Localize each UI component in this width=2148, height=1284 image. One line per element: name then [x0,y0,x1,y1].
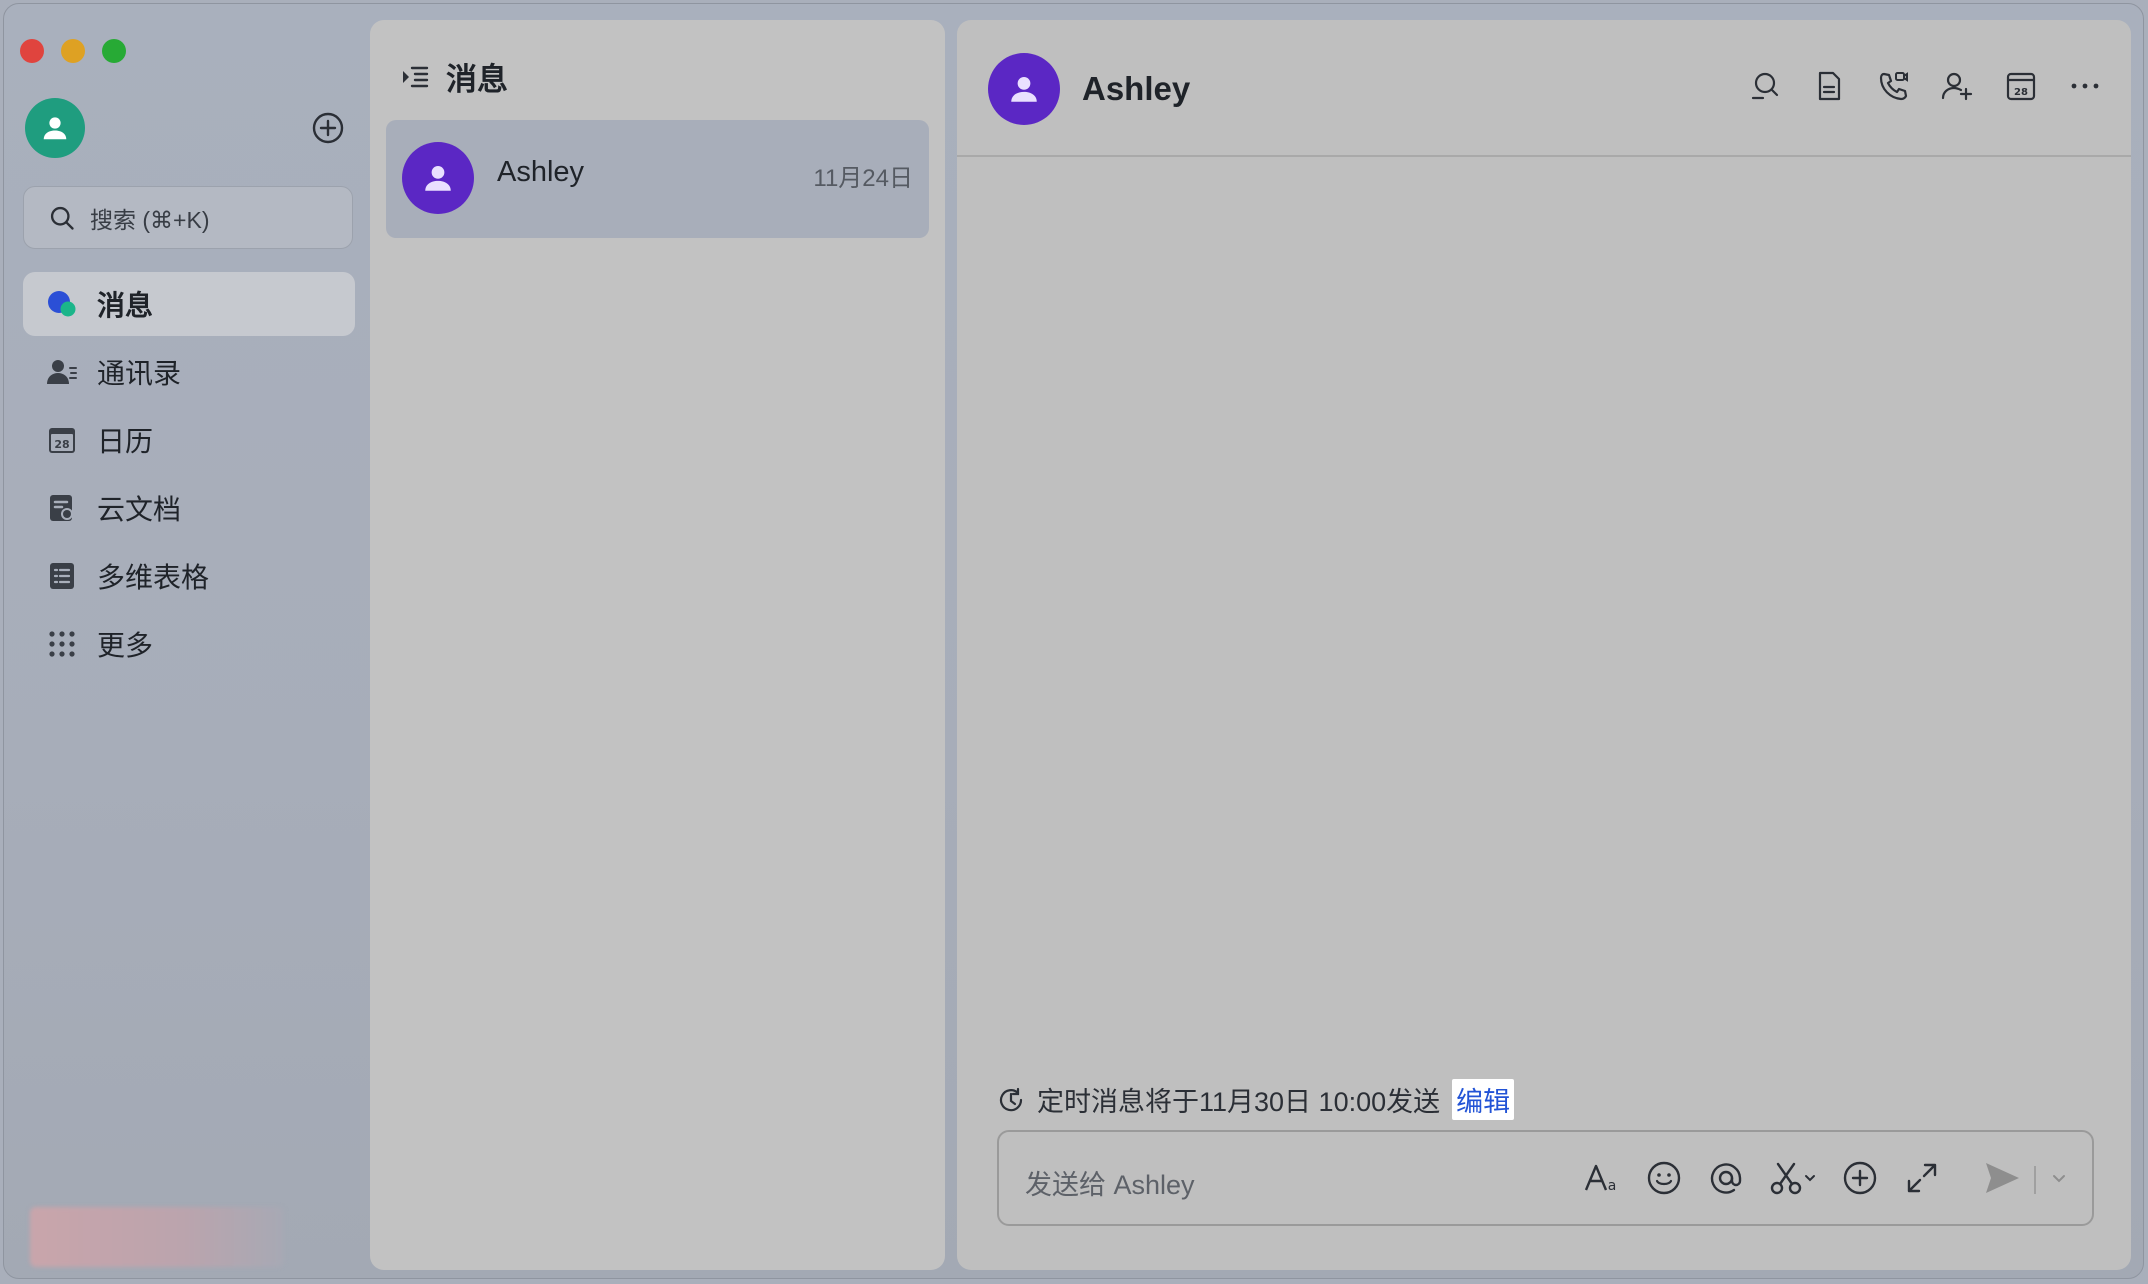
at-mention-icon [1710,1163,1742,1194]
contacts-icon [45,355,79,389]
create-new-button[interactable] [310,110,346,146]
search-placeholder: 搜索 (⌘+K) [90,206,210,233]
list-title: 消息 [446,62,508,97]
message-input-placeholder[interactable]: 发送给 Ashley [1025,1163,1195,1202]
plus-circle-icon [1843,1161,1877,1195]
search-chat-button[interactable] [1747,68,1783,104]
send-divider [2034,1166,2036,1194]
call-button[interactable] [1875,68,1911,104]
minimize-window-button[interactable] [61,39,85,63]
more-grid-icon [45,627,79,661]
cloud-doc-icon [45,491,79,525]
emoji-button[interactable] [1644,1158,1684,1198]
sidebar-item-label: 云文档 [97,494,182,525]
plus-circle-icon [312,112,344,144]
sidebar-item-calendar[interactable]: 28 日历 [23,408,355,472]
calendar-icon: 28 [45,423,79,457]
document-icon [1818,71,1841,101]
search-icon [50,206,74,230]
sidebar-item-base[interactable]: 多维表格 [23,544,355,608]
scheduled-message-notice: 定时消息将于11月30日 10:00发送 编辑 [997,1079,1515,1120]
conversation-list-panel: 消息 Ashley 11月24日 [370,20,945,1270]
screenshot-button[interactable] [1768,1158,1818,1198]
edit-scheduled-link[interactable]: 编辑 [1452,1079,1515,1120]
close-window-button[interactable] [20,39,44,63]
sidebar-item-more[interactable]: 更多 [23,612,355,676]
person-icon [425,165,451,191]
sidebar-item-contacts[interactable]: 通讯录 [23,340,355,404]
chat-search-icon [1751,72,1779,100]
chat-docs-button[interactable] [1811,68,1847,104]
sidebar-item-messages[interactable]: 消息 [23,272,355,336]
conversation-date: 11月24日 [813,165,913,192]
zoom-window-button[interactable] [102,39,126,63]
search-box[interactable]: 搜索 (⌘+K) [23,186,353,249]
send-button[interactable] [1982,1158,2022,1198]
chat-panel: Ashley 28 定时消息将于11月30日 10:00发送 编辑 发送给 As… [957,20,2131,1270]
svg-text:28: 28 [54,438,69,451]
expand-editor-button[interactable] [1902,1158,1942,1198]
send-options-button[interactable] [2046,1166,2072,1192]
message-composer[interactable]: 发送给 Ashley a [997,1130,2094,1226]
svg-text:28: 28 [2014,87,2028,98]
sidebar-item-label: 消息 [97,290,154,321]
scissors-icon [1770,1162,1815,1195]
contact-avatar[interactable] [988,53,1060,125]
attach-plus-button[interactable] [1840,1158,1880,1198]
expand-icon [1907,1163,1937,1193]
person-icon [1011,76,1037,102]
chat-calendar-button[interactable]: 28 [2003,68,2039,104]
composer-toolbar: a [1582,1158,1942,1198]
calendar-icon: 28 [2006,72,2036,101]
sidebar-item-label: 更多 [97,630,154,661]
send-icon [1986,1163,2019,1193]
sidebar-item-docs[interactable]: 云文档 [23,476,355,540]
text-format-button[interactable]: a [1582,1158,1622,1198]
conversation-item[interactable]: Ashley 11月24日 [386,120,929,238]
person-icon [43,117,67,140]
sidebar-nav: 消息 通讯录 28 日历 云文档 多维表格 更多 [23,272,355,680]
add-person-icon [1941,72,1973,101]
add-member-button[interactable] [1939,68,1975,104]
list-header: 消息 [400,54,508,99]
chat-header: Ashley 28 [957,20,2131,157]
text-format-icon: a [1584,1164,1617,1194]
conversation-name: Ashley [497,156,585,188]
scheduled-clock-icon [999,1087,1023,1111]
chat-bubbles-icon [45,287,79,321]
emoji-icon [1647,1161,1681,1195]
svg-text:a: a [1608,1178,1617,1194]
more-horizontal-icon [2071,83,2099,89]
chat-contact-name[interactable]: Ashley [1082,70,1190,108]
base-table-icon [45,559,79,593]
more-options-button[interactable] [2067,68,2103,104]
app-window: 搜索 (⌘+K) 消息 通讯录 28 日历 云文档 多维表格 更多 消息 Ash… [3,3,2144,1279]
contact-avatar [402,142,474,214]
sidebar-item-label: 多维表格 [97,562,210,593]
scheduled-text: 定时消息将于11月30日 10:00发送 [1037,1087,1441,1117]
phone-video-icon [1879,72,1908,101]
chevron-down-icon [2053,1175,2065,1183]
mention-button[interactable] [1706,1158,1746,1198]
blurred-status-area [30,1207,284,1267]
sidebar-item-label: 日历 [97,426,154,457]
user-avatar[interactable] [25,98,85,158]
collapse-sidebar-icon[interactable] [400,62,430,92]
chat-header-toolbar: 28 [1747,68,2103,104]
sidebar-item-label: 通讯录 [97,358,182,389]
